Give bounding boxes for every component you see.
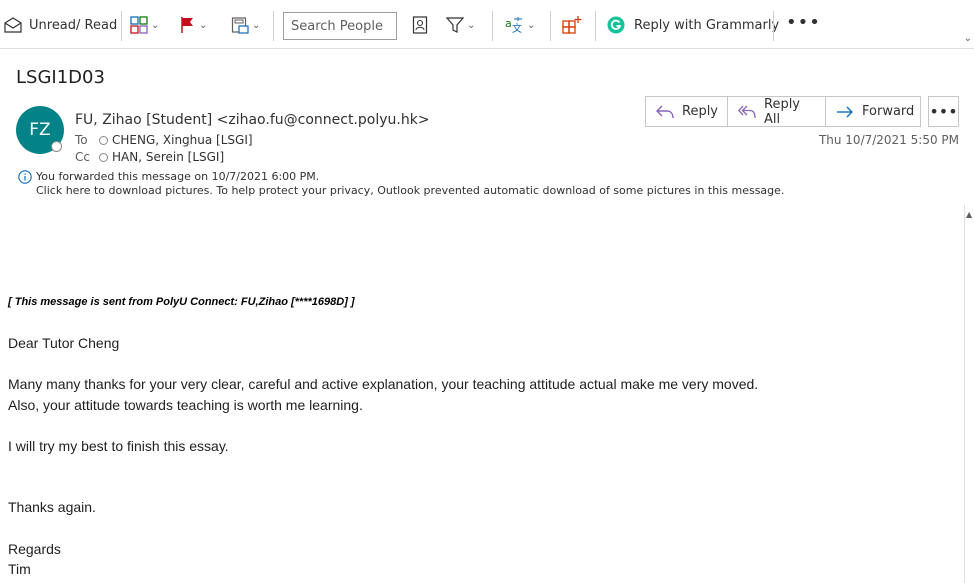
- ribbon-toolbar: Unread/ Read ⌄ ⌄ ⌄ Search People ⌄ a 文 ⌄…: [0, 0, 974, 49]
- svg-text:文: 文: [512, 22, 522, 34]
- body-paragraph-line: I will try my best to finish this essay.: [8, 438, 229, 454]
- body-paragraph-line: Also, your attitude towards teaching is …: [8, 397, 363, 413]
- address-book-button[interactable]: [412, 12, 428, 38]
- toolbar-divider: [773, 11, 774, 41]
- to-recipient[interactable]: CHENG, Xinghua [LSGI]: [112, 133, 253, 147]
- move-button[interactable]: ⌄: [231, 12, 260, 38]
- flag-icon: [180, 16, 196, 34]
- filter-button[interactable]: ⌄: [446, 12, 475, 38]
- translate-button[interactable]: a文 ⌄: [504, 12, 535, 38]
- toolbar-divider: [550, 11, 551, 41]
- presence-status-icon: [51, 141, 62, 152]
- more-commands-button[interactable]: •••: [786, 12, 821, 33]
- presence-circle-icon: [99, 135, 108, 145]
- reply-all-label: Reply All: [764, 96, 801, 127]
- signature-line: Tim: [8, 561, 31, 577]
- chevron-down-icon: ⌄: [467, 19, 476, 31]
- toolbar-divider: [595, 11, 596, 41]
- message-actions: Reply Reply All Forward: [645, 96, 921, 127]
- vertical-scrollbar[interactable]: [964, 205, 974, 583]
- scroll-up-arrow-icon[interactable]: ▲: [966, 210, 972, 219]
- unread-read-button[interactable]: Unread/ Read: [4, 12, 117, 38]
- reply-button[interactable]: Reply: [646, 97, 728, 126]
- search-people-input[interactable]: [283, 12, 397, 40]
- categorize-icon: [130, 16, 148, 34]
- chevron-down-icon: ⌄: [252, 19, 261, 31]
- chevron-down-icon: ⌄: [199, 19, 208, 31]
- categorize-button[interactable]: ⌄: [130, 12, 159, 38]
- reply-all-icon: [738, 105, 764, 119]
- envelope-icon: [4, 17, 22, 33]
- info-bar[interactable]: You forwarded this message on 10/7/2021 …: [18, 170, 784, 198]
- thanks-line: Thanks again.: [8, 499, 96, 515]
- unread-read-label: Unread/ Read: [29, 17, 118, 33]
- avatar-initials: FZ: [29, 120, 51, 140]
- message-date: Thu 10/7/2021 5:50 PM: [818, 133, 959, 147]
- cc-label: Cc: [75, 150, 90, 164]
- toolbar-divider: [121, 11, 122, 41]
- cc-recipient[interactable]: HAN, Serein [LSGI]: [112, 150, 224, 164]
- add-ins-icon: [562, 15, 582, 35]
- presence-circle-icon: [99, 152, 108, 162]
- filter-icon: [446, 16, 464, 34]
- reply-icon: [656, 105, 682, 119]
- toolbar-divider: [492, 11, 493, 41]
- forward-button[interactable]: Forward: [826, 97, 920, 126]
- ribbon-expand-chevron-icon[interactable]: ⌄: [964, 33, 972, 44]
- chevron-down-icon: ⌄: [151, 19, 160, 31]
- polyu-connect-banner: [ This message is sent from PolyU Connec…: [8, 296, 355, 308]
- forward-label: Forward: [862, 104, 915, 119]
- more-actions-button[interactable]: •••: [928, 96, 959, 127]
- greeting-line: Dear Tutor Cheng: [8, 335, 120, 351]
- grammarly-label: Reply with Grammarly: [634, 17, 780, 33]
- add-ins-button[interactable]: [562, 12, 582, 38]
- regards-line: Regards: [8, 541, 61, 557]
- forward-icon: [836, 105, 862, 119]
- flag-button[interactable]: ⌄: [180, 12, 207, 38]
- reply-all-button[interactable]: Reply All: [728, 96, 826, 127]
- toolbar-divider: [273, 11, 274, 41]
- reply-with-grammarly-button[interactable]: Reply with Grammarly: [607, 12, 779, 38]
- translate-icon: a文: [504, 16, 524, 34]
- to-label: To: [75, 133, 88, 147]
- grammarly-icon: [607, 16, 625, 34]
- reply-label: Reply: [682, 104, 719, 119]
- body-paragraph-line: Many many thanks for your very clear, ca…: [8, 376, 759, 392]
- cc-row: Cc HAN, Serein [LSGI]: [75, 150, 224, 164]
- to-row: To CHENG, Xinghua [LSGI]: [75, 133, 253, 147]
- sender-name[interactable]: FU, Zihao [Student] <zihao.fu@connect.po…: [75, 112, 430, 128]
- address-book-icon: [412, 16, 428, 34]
- move-icon: [231, 16, 249, 34]
- chevron-down-icon: ⌄: [527, 19, 536, 31]
- info-forwarded-text: You forwarded this message on 10/7/2021 …: [36, 170, 320, 183]
- info-download-pictures-text[interactable]: Click here to download pictures. To help…: [36, 184, 784, 198]
- message-subject: LSGI1D03: [16, 67, 105, 88]
- svg-text:a: a: [505, 17, 512, 30]
- info-icon: [18, 170, 32, 188]
